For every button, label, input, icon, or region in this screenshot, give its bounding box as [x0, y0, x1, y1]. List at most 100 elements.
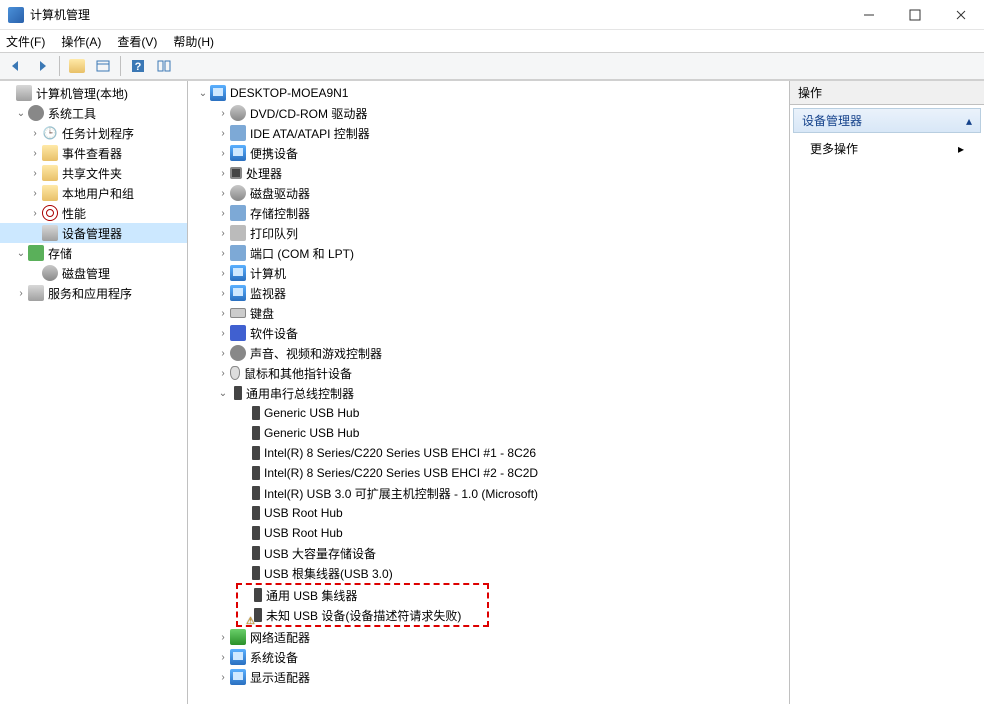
device-label: 键盘: [250, 305, 274, 322]
expander-icon[interactable]: ›: [216, 632, 230, 643]
device-label: 打印队列: [250, 225, 298, 242]
minimize-button[interactable]: [846, 0, 892, 29]
expander-icon[interactable]: ›: [216, 652, 230, 663]
device-mouse[interactable]: › 鼠标和其他指针设备: [188, 363, 789, 383]
folder-icon: [69, 59, 85, 73]
expander-icon[interactable]: ⌄: [14, 248, 28, 259]
device-computer-root[interactable]: ⌄ DESKTOP-MOEA9N1: [188, 83, 789, 103]
tree-shared-folders[interactable]: › 共享文件夹: [0, 163, 187, 183]
expander-icon[interactable]: ›: [28, 128, 42, 139]
refresh-button[interactable]: [152, 55, 176, 77]
device-ports[interactable]: › 端口 (COM 和 LPT): [188, 243, 789, 263]
device-disk-drives[interactable]: › 磁盘驱动器: [188, 183, 789, 203]
expander-icon[interactable]: ›: [216, 248, 230, 259]
tree-performance[interactable]: › 性能: [0, 203, 187, 223]
usb-ehci-1[interactable]: Intel(R) 8 Series/C220 Series USB EHCI #…: [188, 443, 789, 463]
usb-root-hub[interactable]: USB Root Hub: [188, 523, 789, 543]
tree-event-viewer[interactable]: › 事件查看器: [0, 143, 187, 163]
device-computers[interactable]: › 计算机: [188, 263, 789, 283]
expander-icon[interactable]: ⌄: [14, 108, 28, 119]
device-portable[interactable]: › 便携设备: [188, 143, 789, 163]
device-ide[interactable]: › IDE ATA/ATAPI 控制器: [188, 123, 789, 143]
expander-icon[interactable]: ›: [216, 308, 230, 319]
device-dvd[interactable]: › DVD/CD-ROM 驱动器: [188, 103, 789, 123]
ide-icon: [230, 125, 246, 141]
usb-unknown-device[interactable]: ⚠ 未知 USB 设备(设备描述符请求失败): [238, 605, 487, 625]
expander-icon[interactable]: ›: [216, 188, 230, 199]
expander-icon[interactable]: ›: [216, 348, 230, 359]
expander-icon[interactable]: ›: [216, 328, 230, 339]
menu-action[interactable]: 操作(A): [61, 33, 101, 50]
device-storage-ctrl[interactable]: › 存储控制器: [188, 203, 789, 223]
expander-icon[interactable]: ›: [28, 188, 42, 199]
expander-icon[interactable]: ›: [216, 368, 230, 379]
expander-icon[interactable]: ›: [216, 148, 230, 159]
device-sound[interactable]: › 声音、视频和游戏控制器: [188, 343, 789, 363]
show-hide-button[interactable]: [65, 55, 89, 77]
expander-icon[interactable]: ›: [216, 672, 230, 683]
services-icon: [28, 285, 44, 301]
back-button[interactable]: [4, 55, 28, 77]
collapse-icon[interactable]: ▴: [966, 114, 972, 128]
expander-icon[interactable]: ›: [14, 288, 28, 299]
device-processor[interactable]: › 处理器: [188, 163, 789, 183]
expander-icon[interactable]: ⌄: [216, 388, 230, 399]
device-monitors[interactable]: › 监视器: [188, 283, 789, 303]
expander-icon[interactable]: ›: [28, 208, 42, 219]
expander-icon[interactable]: ›: [28, 168, 42, 179]
center-scroll[interactable]: ⌄ DESKTOP-MOEA9N1 › DVD/CD-ROM 驱动器 › IDE…: [188, 81, 789, 704]
expander-icon[interactable]: ›: [216, 268, 230, 279]
device-network[interactable]: › 网络适配器: [188, 627, 789, 647]
usb-generic-hub[interactable]: Generic USB Hub: [188, 403, 789, 423]
right-more-actions[interactable]: 更多操作 ▸: [790, 136, 984, 161]
tree-label: 系统工具: [48, 105, 96, 122]
tree-root[interactable]: 计算机管理(本地): [0, 83, 187, 103]
tree-device-manager[interactable]: 设备管理器: [0, 223, 187, 243]
usb-ehci-2[interactable]: Intel(R) 8 Series/C220 Series USB EHCI #…: [188, 463, 789, 483]
expander-icon[interactable]: ⌄: [196, 88, 210, 99]
usb-mass-storage[interactable]: USB 大容量存储设备: [188, 543, 789, 563]
menu-file[interactable]: 文件(F): [6, 33, 45, 50]
expander-icon[interactable]: ›: [216, 288, 230, 299]
device-display-adapters[interactable]: › 显示适配器: [188, 667, 789, 687]
view-button[interactable]: [91, 55, 115, 77]
usb-generic-hub[interactable]: Generic USB Hub: [188, 423, 789, 443]
right-section-device-manager[interactable]: 设备管理器 ▴: [793, 108, 981, 133]
device-label: DVD/CD-ROM 驱动器: [250, 105, 367, 122]
tree-storage[interactable]: ⌄ 存储: [0, 243, 187, 263]
tree-local-users[interactable]: › 本地用户和组: [0, 183, 187, 203]
device-keyboards[interactable]: › 键盘: [188, 303, 789, 323]
expander-icon[interactable]: ›: [216, 168, 230, 179]
device-print-queue[interactable]: › 打印队列: [188, 223, 789, 243]
usb-generic-hub-cn[interactable]: 通用 USB 集线器: [238, 585, 487, 605]
print-icon: [230, 225, 246, 241]
device-software[interactable]: › 软件设备: [188, 323, 789, 343]
menu-view[interactable]: 查看(V): [117, 33, 157, 50]
device-label: USB 根集线器(USB 3.0): [264, 565, 393, 582]
device-usb-controllers[interactable]: ⌄ 通用串行总线控制器: [188, 383, 789, 403]
usb-icon: [252, 406, 260, 420]
expander-icon[interactable]: ›: [28, 148, 42, 159]
expander-icon[interactable]: ›: [216, 228, 230, 239]
device-system-devices[interactable]: › 系统设备: [188, 647, 789, 667]
software-icon: [230, 325, 246, 341]
expander-icon[interactable]: ›: [216, 108, 230, 119]
maximize-button[interactable]: [892, 0, 938, 29]
tree-task-scheduler[interactable]: › 🕒 任务计划程序: [0, 123, 187, 143]
usb-3-controller[interactable]: Intel(R) USB 3.0 可扩展主机控制器 - 1.0 (Microso…: [188, 483, 789, 503]
tree-services[interactable]: › 服务和应用程序: [0, 283, 187, 303]
expander-icon[interactable]: ›: [216, 208, 230, 219]
tree-system-tools[interactable]: ⌄ 系统工具: [0, 103, 187, 123]
help-button[interactable]: ?: [126, 55, 150, 77]
tree-disk-management[interactable]: 磁盘管理: [0, 263, 187, 283]
forward-button[interactable]: [30, 55, 54, 77]
device-label: 网络适配器: [250, 629, 310, 646]
tree-label: 本地用户和组: [62, 185, 134, 202]
usb-root-hub-3[interactable]: USB 根集线器(USB 3.0): [188, 563, 789, 583]
menu-help[interactable]: 帮助(H): [173, 33, 214, 50]
usb-icon: [234, 386, 242, 400]
expander-icon[interactable]: ›: [216, 128, 230, 139]
usb-root-hub[interactable]: USB Root Hub: [188, 503, 789, 523]
close-button[interactable]: [938, 0, 984, 29]
left-tree-pane[interactable]: 计算机管理(本地) ⌄ 系统工具 › 🕒 任务计划程序 › 事件查看器 › 共享…: [0, 81, 188, 704]
